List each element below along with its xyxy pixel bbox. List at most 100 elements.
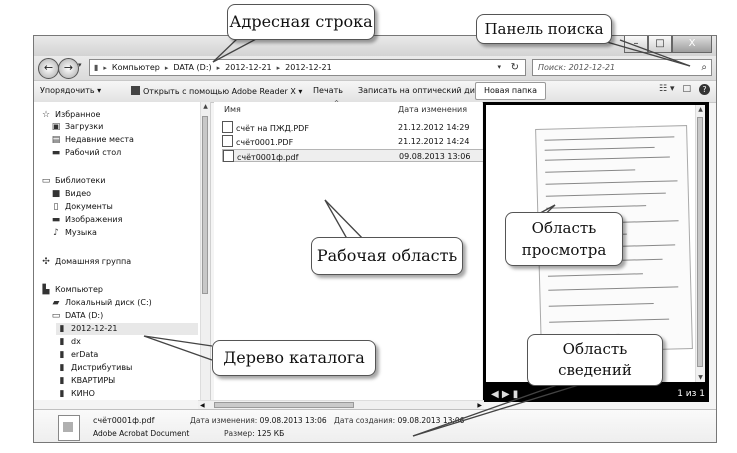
- title-bar: – □ X: [34, 36, 716, 56]
- column-date[interactable]: Дата изменения: [398, 105, 467, 114]
- created-label: Дата создания:: [334, 416, 396, 425]
- nav-video-label: Видео: [65, 189, 92, 198]
- search-placeholder: Поиск: 2012-12-21: [538, 63, 616, 72]
- nav-folder-erdata[interactable]: ▮ erData: [56, 349, 99, 361]
- search-icon[interactable]: ⌕: [701, 60, 707, 75]
- print-button[interactable]: Печать: [313, 86, 343, 95]
- size-label: Размер:: [224, 429, 255, 438]
- sort-arrow-icon: ^: [334, 100, 340, 107]
- file-row-selected[interactable]: счёт0001ф.pdf 09.08.2013 13:06: [222, 149, 484, 162]
- page-nav-icons[interactable]: ◀ ▶ ▮: [491, 389, 518, 400]
- callout-work-area: Рабочая область: [311, 237, 463, 275]
- open-with-button[interactable]: Открыть с помощью Adobe Reader X ▾: [131, 86, 302, 96]
- breadcrumb-subfolder[interactable]: 2012-12-21: [285, 63, 332, 72]
- callout-preview-line2: просмотра: [521, 241, 607, 259]
- callout-preview-area: Область просмотра: [505, 212, 623, 266]
- nav-folder-distrib[interactable]: ▮ Дистрибутивы: [56, 362, 133, 374]
- preview-scrollbar[interactable]: ▲ ▼: [695, 105, 705, 382]
- nav-drive-d-label: DATA (D:): [65, 311, 104, 320]
- views-icon[interactable]: ☷ ▾: [659, 84, 674, 95]
- nav-music[interactable]: ♪ Музыка: [50, 227, 97, 239]
- scroll-down-icon[interactable]: ▼: [696, 373, 705, 382]
- nav-recent-places[interactable]: ▤ Недавние места: [50, 134, 134, 146]
- scroll-up-icon[interactable]: ▲: [696, 105, 705, 114]
- drive-icon: ▭: [51, 311, 61, 321]
- preview-scroll-thumb[interactable]: [697, 117, 703, 367]
- scroll-up-icon[interactable]: ▲: [201, 102, 210, 111]
- forward-button[interactable]: →: [58, 58, 79, 79]
- desktop-icon: ▬: [51, 148, 61, 158]
- folder-icon: ▮: [59, 324, 65, 334]
- nav-pictures[interactable]: ▬ Изображения: [50, 214, 123, 226]
- nav-favorites-label: Избранное: [55, 110, 101, 119]
- file-row[interactable]: счёт0001.PDF 21.12.2012 14:24: [222, 135, 484, 148]
- refresh-button[interactable]: ↻: [511, 60, 519, 75]
- nav-drive-d[interactable]: ▭ DATA (D:): [50, 310, 104, 322]
- back-button[interactable]: ←: [38, 58, 59, 79]
- callout-details-area: Область сведений: [527, 334, 663, 386]
- file-row[interactable]: счёт на ПЖД.PDF 21.12.2012 14:29: [222, 121, 484, 134]
- search-input[interactable]: Поиск: 2012-12-21 ⌕: [532, 59, 712, 76]
- help-icon[interactable]: ?: [699, 84, 710, 95]
- nav-documents[interactable]: ▯ Документы: [50, 201, 113, 213]
- window-controls: – □ X: [624, 36, 712, 53]
- computer-icon: ▙: [42, 285, 50, 295]
- preview-pane-icon[interactable]: □: [682, 84, 691, 95]
- nav-documents-label: Документы: [65, 202, 113, 211]
- close-button[interactable]: X: [672, 36, 712, 53]
- nav-scroll-thumb[interactable]: [202, 116, 208, 294]
- nav-desktop[interactable]: ▬ Рабочий стол: [50, 147, 122, 159]
- nav-downloads[interactable]: ▣ Загрузки: [50, 121, 104, 133]
- nav-folder-label: 2012-12-21: [71, 324, 118, 333]
- navigation-pane: ☆ Избранное ▣ Загрузки ▤ Недавние места ▬ Ра…: [34, 102, 211, 400]
- nav-recent-label: Недавние места: [65, 135, 134, 144]
- callout-tree: Дерево каталога: [212, 340, 376, 376]
- breadcrumb-data-drive[interactable]: DATA (D:): [173, 63, 211, 72]
- nav-libraries[interactable]: ▭ Библиотеки: [40, 175, 106, 187]
- nav-computer[interactable]: ▙ Компьютер: [40, 284, 103, 296]
- nav-scrollbar[interactable]: ▲: [200, 102, 210, 400]
- breadcrumb-computer[interactable]: Компьютер: [112, 63, 160, 72]
- organize-button[interactable]: Упорядочить ▾: [40, 86, 101, 95]
- details-filetype: Adobe Acrobat Document: [93, 429, 190, 438]
- minimize-button[interactable]: –: [624, 36, 648, 53]
- documents-icon: ▯: [53, 202, 59, 212]
- recent-pages-dropdown[interactable]: ▾: [78, 61, 82, 69]
- callout-search-panel: Панель поиска: [476, 14, 612, 44]
- nav-video[interactable]: ■ Видео: [50, 188, 91, 200]
- nav-libraries-label: Библиотеки: [55, 176, 106, 185]
- recent-places-icon: ▤: [51, 135, 61, 145]
- size-value: 125 КБ: [257, 429, 285, 438]
- callout-details-line2: сведений: [558, 361, 632, 379]
- pdf-file-icon: [223, 150, 234, 162]
- column-name[interactable]: Имя: [224, 105, 241, 114]
- nav-homegroup[interactable]: ✣ Домашняя группа: [40, 256, 131, 268]
- address-dropdown[interactable]: ▾: [497, 60, 501, 75]
- nav-folder-dx[interactable]: ▮ dx: [56, 336, 81, 348]
- nav-folder-label: КВАРТИРЫ: [71, 376, 116, 385]
- nav-favorites[interactable]: ☆ Избранное: [40, 109, 100, 121]
- callout-details-line1: Область: [562, 340, 628, 358]
- new-folder-button[interactable]: Новая папка: [475, 82, 546, 100]
- pictures-icon: ▬: [51, 215, 61, 225]
- address-bar[interactable]: ▮ ▸ Компьютер ▸ DATA (D:) ▸ 2012-12-21 ▸ 2012-12…: [89, 59, 526, 76]
- maximize-button[interactable]: □: [648, 36, 672, 53]
- homegroup-icon: ✣: [42, 257, 50, 267]
- nav-folder-label: Дистрибутивы: [71, 363, 133, 372]
- page-indicator: 1 из 1: [677, 389, 705, 399]
- video-icon: ■: [51, 189, 61, 199]
- pdf-icon: [131, 86, 140, 95]
- callout-address: Адресная строка: [227, 4, 375, 40]
- nav-folder-2012-12-21[interactable]: ▮ 2012-12-21: [56, 323, 198, 335]
- created-value: 09.08.2013 13:06: [397, 416, 465, 425]
- file-name: счёт на ПЖД.PDF: [236, 124, 309, 133]
- drive-icon: ▰: [52, 298, 60, 308]
- nav-drive-c[interactable]: ▰ Локальный диск (C:): [50, 297, 152, 309]
- nav-folder-kvartiry[interactable]: ▮ КВАРТИРЫ: [56, 375, 116, 387]
- modified-label: Дата изменения:: [190, 416, 258, 425]
- folder-icon: ▮: [59, 389, 65, 399]
- burn-button[interactable]: Записать на оптический диск: [358, 86, 484, 95]
- breadcrumb-folder[interactable]: 2012-12-21: [225, 63, 272, 72]
- horizontal-scroll-thumb[interactable]: [214, 402, 354, 408]
- nav-folder-kino[interactable]: ▮ КИНО: [56, 388, 95, 400]
